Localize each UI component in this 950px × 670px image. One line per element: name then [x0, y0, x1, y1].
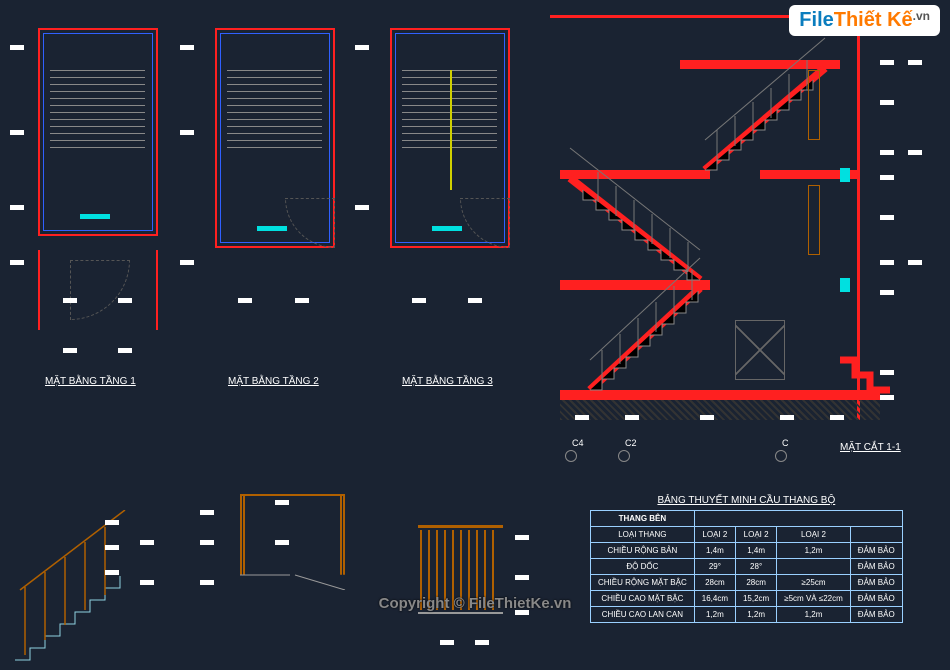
- table-row: CHIỀU RỘNG MẶT BẬC28cm28cm≥25cmĐẢM BẢO: [591, 575, 903, 591]
- logo-text-1: File: [799, 9, 833, 31]
- stair-spec-table: BẢNG THUYẾT MINH CẦU THANG BỘ THANG BÊN …: [590, 495, 903, 623]
- railing-detail-1: [5, 510, 175, 670]
- baluster-connection: [240, 480, 360, 590]
- landing-marker: [80, 214, 110, 219]
- axis-c: C: [782, 438, 789, 448]
- axis-bubble: [618, 450, 630, 462]
- axis-bubble: [565, 450, 577, 462]
- axis-c2: C2: [625, 438, 637, 448]
- door-level-3: [808, 70, 820, 140]
- table-title: BẢNG THUYẾT MINH CẦU THANG BỘ: [590, 495, 903, 506]
- floor-plan-2: [215, 28, 335, 248]
- landing-marker: [257, 226, 287, 231]
- axis-c4: C4: [572, 438, 584, 448]
- door-level-2: [808, 185, 820, 255]
- logo-ext: .vn: [913, 9, 930, 23]
- stair-treads: [50, 70, 145, 148]
- table-row: CHIỀU CAO LAN CAN1,2m1,2m1,2mĐẢM BẢO: [591, 607, 903, 623]
- floor-3-title: MẶT BẰNG TẦNG 3: [402, 376, 493, 387]
- section-view-1-1: [560, 20, 840, 400]
- floor-plan-1: [38, 28, 158, 236]
- landing-marker: [432, 226, 462, 231]
- floor-1-title: MẶT BẰNG TẦNG 1: [45, 376, 136, 387]
- table-row: CHIỀU RỘNG BẢN1,4m1,4m1,2mĐẢM BẢO: [591, 543, 903, 559]
- table-row: CHIỀU CAO MẶT BẬC16,4cm15,2cm≥5cm VÀ ≤22…: [591, 591, 903, 607]
- level-mark-1: [840, 278, 850, 292]
- copyright-watermark: Copyright © FileThietKe.vn: [379, 595, 572, 612]
- table-row: ĐỘ DỐC29°28°ĐẢM BẢO: [591, 559, 903, 575]
- level-mark-2: [840, 168, 850, 182]
- floor-plan-3: [390, 28, 510, 248]
- under-stair-door: [735, 320, 785, 380]
- floor-2-title: MẶT BẰNG TẦNG 2: [228, 376, 319, 387]
- stair-treads: [227, 70, 322, 148]
- section-title: MẶT CẮT 1-1: [840, 442, 901, 453]
- table-row: LOẠI THANGLOẠI 2LOẠI 2LOẠI 2: [591, 527, 903, 543]
- watermark-logo: FileThiết Kế.vn: [789, 5, 940, 36]
- axis-bubble: [775, 450, 787, 462]
- center-stringer: [450, 70, 452, 190]
- logo-text-2: Thiết Kế: [834, 9, 913, 31]
- entry-area-1: [38, 250, 158, 330]
- table-row: THANG BÊN: [591, 511, 903, 527]
- handrail-top: [418, 525, 503, 528]
- door-swing: [70, 260, 130, 320]
- cad-drawing-canvas[interactable]: FileThiết Kế.vn MẶT BẰNG TẦNG 1 MẶT BẰNG…: [0, 0, 950, 666]
- handrail-base: [418, 612, 503, 614]
